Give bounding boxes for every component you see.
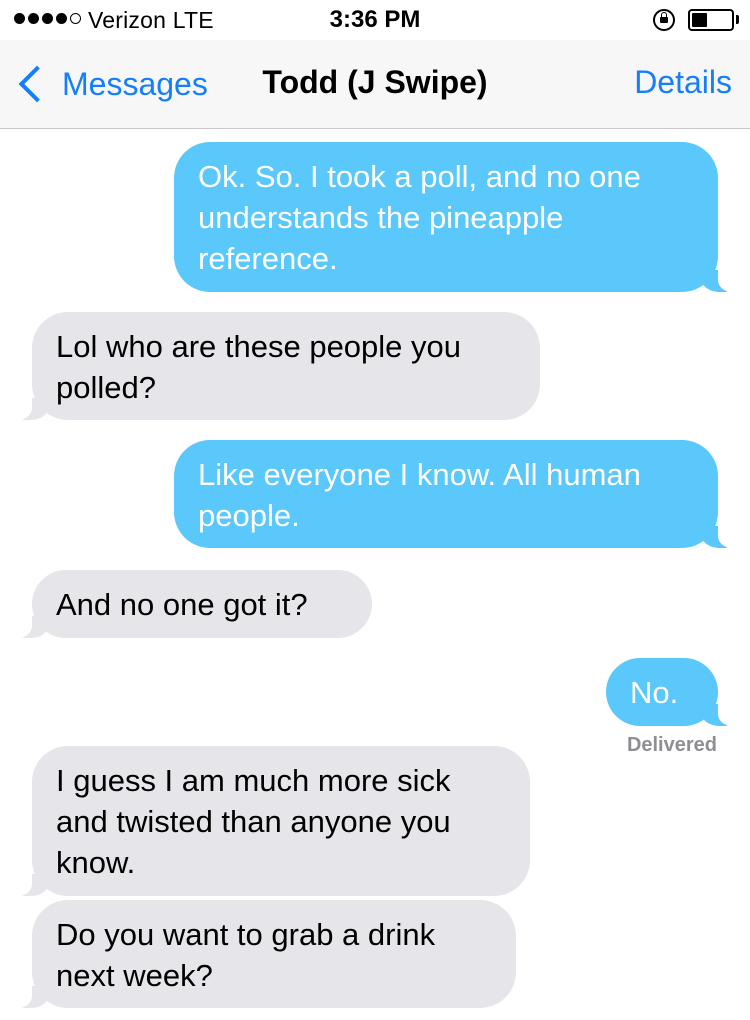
battery-level: [692, 13, 707, 27]
rotation-lock-icon: [653, 9, 675, 31]
back-button[interactable]: Messages: [14, 62, 208, 106]
back-button-label: Messages: [62, 65, 208, 102]
incoming-message[interactable]: Lol who are these people you polled?: [12, 312, 540, 420]
navigation-bar: Messages Todd (J Swipe) Details: [0, 40, 750, 129]
outgoing-message[interactable]: Like everyone I know. All human people.: [174, 440, 738, 548]
incoming-message[interactable]: Do you want to grab a drink next week?: [12, 900, 516, 1008]
chevron-left-icon: [18, 65, 56, 103]
details-button[interactable]: Details: [634, 64, 732, 101]
message-text: Ok. So. I took a poll, and no one unders…: [198, 159, 641, 276]
battery-icon: [688, 9, 734, 31]
outgoing-message[interactable]: No.: [606, 658, 738, 726]
incoming-message[interactable]: And no one got it?: [12, 570, 372, 638]
message-text: I guess I am much more sick and twisted …: [56, 763, 451, 880]
delivered-status: Delivered: [626, 734, 717, 756]
message-text: Do you want to grab a drink next week?: [56, 917, 436, 993]
outgoing-message[interactable]: Ok. So. I took a poll, and no one unders…: [174, 142, 738, 292]
status-bar: Verizon LTE 3:36 PM: [0, 0, 750, 40]
message-text: No.: [630, 675, 679, 710]
message-text: And no one got it?: [56, 587, 308, 622]
incoming-message[interactable]: I guess I am much more sick and twisted …: [12, 746, 530, 896]
message-text: Lol who are these people you polled?: [56, 329, 462, 405]
message-text: Like everyone I know. All human people.: [198, 457, 641, 533]
status-time: 3:36 PM: [329, 6, 421, 33]
